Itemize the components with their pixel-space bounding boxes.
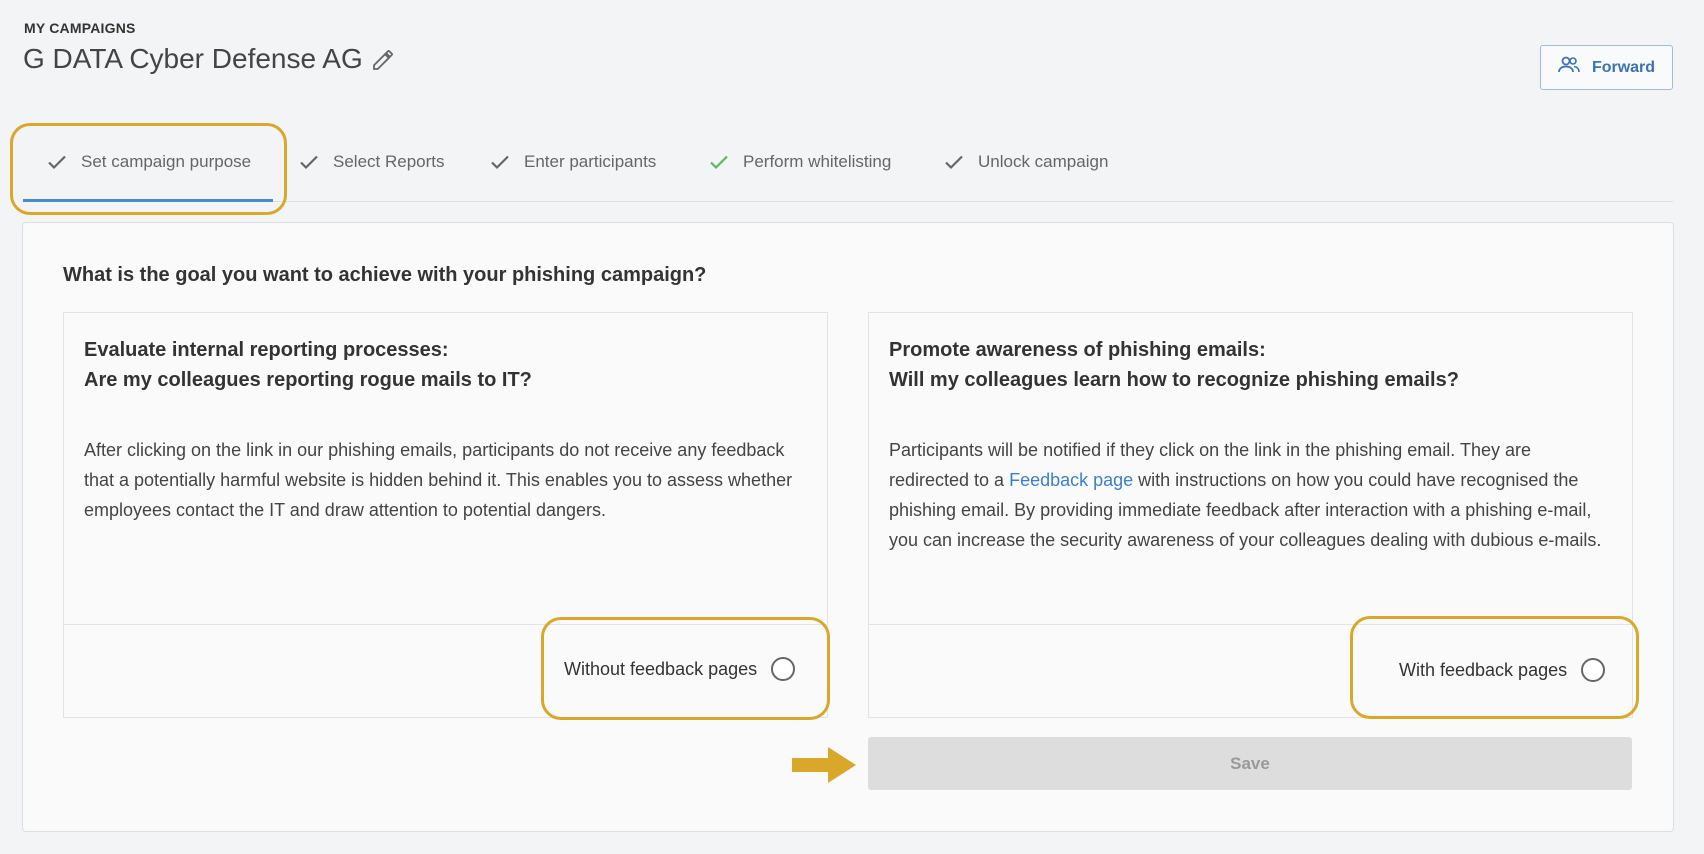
forward-label: Forward xyxy=(1591,58,1656,76)
tab-label: Perform whitelisting xyxy=(743,152,892,171)
card-heading-line1: Evaluate internal reporting processes: xyxy=(84,339,449,361)
users-icon xyxy=(1558,56,1580,79)
pencil-edit-icon[interactable] xyxy=(371,47,395,71)
campaign-steps-tabs: Set campaign purpose Select Reports Ente… xyxy=(23,118,1673,202)
active-tab-indicator xyxy=(23,199,273,202)
card-description: Participants will be notified if they cl… xyxy=(889,435,1612,555)
tab-select-reports[interactable]: Select Reports xyxy=(297,142,445,182)
tab-label: Enter participants xyxy=(524,152,657,171)
radio-circle-icon[interactable] xyxy=(771,657,796,681)
card-description: After clicking on the link in our phishi… xyxy=(84,440,793,520)
tab-unlock-campaign[interactable]: Unlock campaign xyxy=(942,142,1108,182)
card-heading-line2: Will my colleagues learn how to recogniz… xyxy=(889,369,1459,391)
radio-with-feedback-pages[interactable]: With feedback pages xyxy=(1399,658,1606,682)
card-heading: Evaluate internal reporting processes: A… xyxy=(84,335,807,395)
save-button[interactable]: Save xyxy=(868,737,1632,790)
campaign-title: G DATA Cyber Defense AG xyxy=(23,43,363,74)
forward-button[interactable]: Forward xyxy=(1540,45,1673,90)
check-icon xyxy=(488,150,512,174)
card-heading: Promote awareness of phishing emails: Wi… xyxy=(889,335,1612,395)
option-label: Without feedback pages xyxy=(564,658,758,679)
check-icon xyxy=(942,150,966,174)
tab-label: Unlock campaign xyxy=(978,152,1109,171)
tab-label: Set campaign purpose xyxy=(81,152,252,171)
arrow-right-icon xyxy=(792,747,856,783)
check-icon xyxy=(45,150,69,174)
card-divider xyxy=(869,624,1632,625)
tab-perform-whitelisting[interactable]: Perform whitelisting xyxy=(707,142,891,182)
feedback-page-link[interactable]: Feedback page xyxy=(1009,470,1133,490)
tab-set-campaign-purpose[interactable]: Set campaign purpose xyxy=(45,142,251,182)
section-label: MY CAMPAIGNS xyxy=(24,20,136,36)
goal-question: What is the goal you want to achieve wit… xyxy=(63,264,707,286)
check-icon xyxy=(297,150,321,174)
radio-circle-icon[interactable] xyxy=(1581,658,1606,682)
option-label: With feedback pages xyxy=(1399,659,1568,680)
page-title: G DATA Cyber Defense AG xyxy=(23,43,395,75)
check-icon-green xyxy=(707,150,731,174)
card-heading-line2: Are my colleagues reporting rogue mails … xyxy=(84,369,532,391)
card-divider xyxy=(64,624,827,625)
radio-without-feedback-pages[interactable]: Without feedback pages xyxy=(564,657,796,681)
tab-label: Select Reports xyxy=(333,152,445,171)
card-heading-line1: Promote awareness of phishing emails: xyxy=(889,339,1266,361)
tab-enter-participants[interactable]: Enter participants xyxy=(488,142,656,182)
